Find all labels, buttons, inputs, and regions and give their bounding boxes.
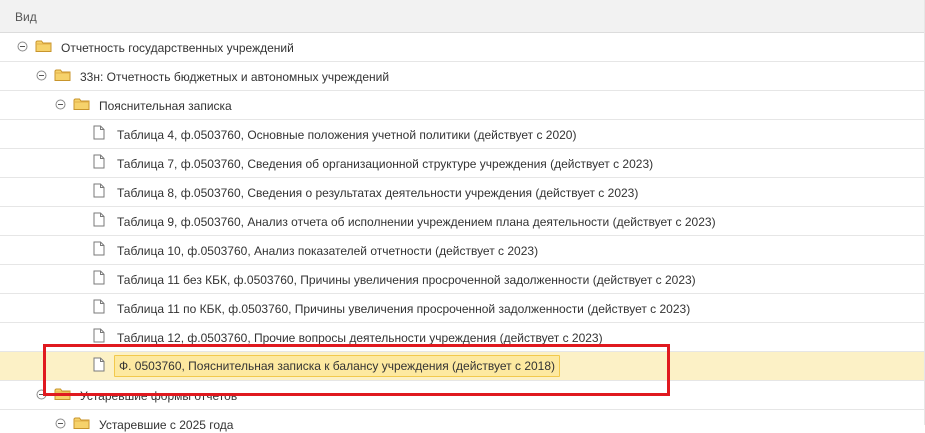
tree-row-label: Устаревшие формы отчетов	[80, 389, 238, 403]
tree-row-selected[interactable]: Ф. 0503760, Пояснительная записка к бала…	[0, 352, 925, 381]
folder-icon	[73, 97, 90, 111]
document-icon	[93, 183, 105, 198]
tree-row-label: Таблица 10, ф.0503760, Анализ показателе…	[117, 244, 539, 258]
document-icon	[93, 241, 105, 256]
document-icon	[93, 270, 105, 285]
collapse-toggle-icon[interactable]	[36, 70, 47, 81]
tree-row-label: Отчетность государственных учреждений	[61, 41, 294, 55]
tree-row-label: Таблица 8, ф.0503760, Сведения о результ…	[117, 186, 639, 200]
tree-row[interactable]: Отчетность государственных учреждений	[0, 33, 925, 62]
tree-row-label: 33н: Отчетность бюджетных и автономных у…	[80, 70, 390, 84]
folder-icon	[73, 416, 90, 430]
tree-row-label: Таблица 11 без КБК, ф.0503760, Причины у…	[117, 273, 696, 287]
tree-row-label: Ф. 0503760, Пояснительная записка к бала…	[114, 355, 561, 377]
tree-row[interactable]: 33н: Отчетность бюджетных и автономных у…	[0, 62, 925, 91]
tree-row[interactable]: Таблица 12, ф.0503760, Прочие вопросы де…	[0, 323, 925, 352]
tree-row-label: Таблица 11 по КБК, ф.0503760, Причины ув…	[117, 302, 691, 316]
folder-icon	[54, 387, 71, 401]
tree-row[interactable]: Устаревшие формы отчетов	[0, 381, 925, 410]
collapse-toggle-icon[interactable]	[36, 389, 47, 400]
tree-row[interactable]: Таблица 9, ф.0503760, Анализ отчета об и…	[0, 207, 925, 236]
column-header-label: Вид	[15, 10, 37, 24]
document-icon	[93, 125, 105, 140]
tree-row[interactable]: Таблица 11 без КБК, ф.0503760, Причины у…	[0, 265, 925, 294]
document-icon	[93, 212, 105, 227]
tree-row[interactable]: Таблица 7, ф.0503760, Сведения об органи…	[0, 149, 925, 178]
document-icon	[93, 357, 105, 372]
folder-icon	[54, 68, 71, 82]
tree-row-label: Таблица 9, ф.0503760, Анализ отчета об и…	[117, 215, 716, 229]
tree-row-label: Таблица 12, ф.0503760, Прочие вопросы де…	[117, 331, 603, 345]
tree-row-label: Устаревшие с 2025 года	[99, 418, 234, 432]
tree-row-label: Пояснительная записка	[99, 99, 232, 113]
tree-row[interactable]: Таблица 11 по КБК, ф.0503760, Причины ув…	[0, 294, 925, 323]
collapse-toggle-icon[interactable]	[55, 418, 66, 429]
tree-row[interactable]: Таблица 8, ф.0503760, Сведения о результ…	[0, 178, 925, 207]
document-icon	[93, 154, 105, 169]
collapse-toggle-icon[interactable]	[55, 99, 66, 110]
tree-row[interactable]: Устаревшие с 2025 года	[0, 410, 925, 432]
tree-row[interactable]: Таблица 10, ф.0503760, Анализ показателе…	[0, 236, 925, 265]
tree-column-header[interactable]: Вид	[0, 0, 925, 33]
tree-row[interactable]: Таблица 4, ф.0503760, Основные положения…	[0, 120, 925, 149]
folder-icon	[35, 39, 52, 53]
document-icon	[93, 328, 105, 343]
collapse-toggle-icon[interactable]	[17, 41, 28, 52]
tree-row[interactable]: Пояснительная записка	[0, 91, 925, 120]
tree-row-label: Таблица 4, ф.0503760, Основные положения…	[117, 128, 577, 142]
document-icon	[93, 299, 105, 314]
tree-row-label: Таблица 7, ф.0503760, Сведения об органи…	[117, 157, 654, 171]
